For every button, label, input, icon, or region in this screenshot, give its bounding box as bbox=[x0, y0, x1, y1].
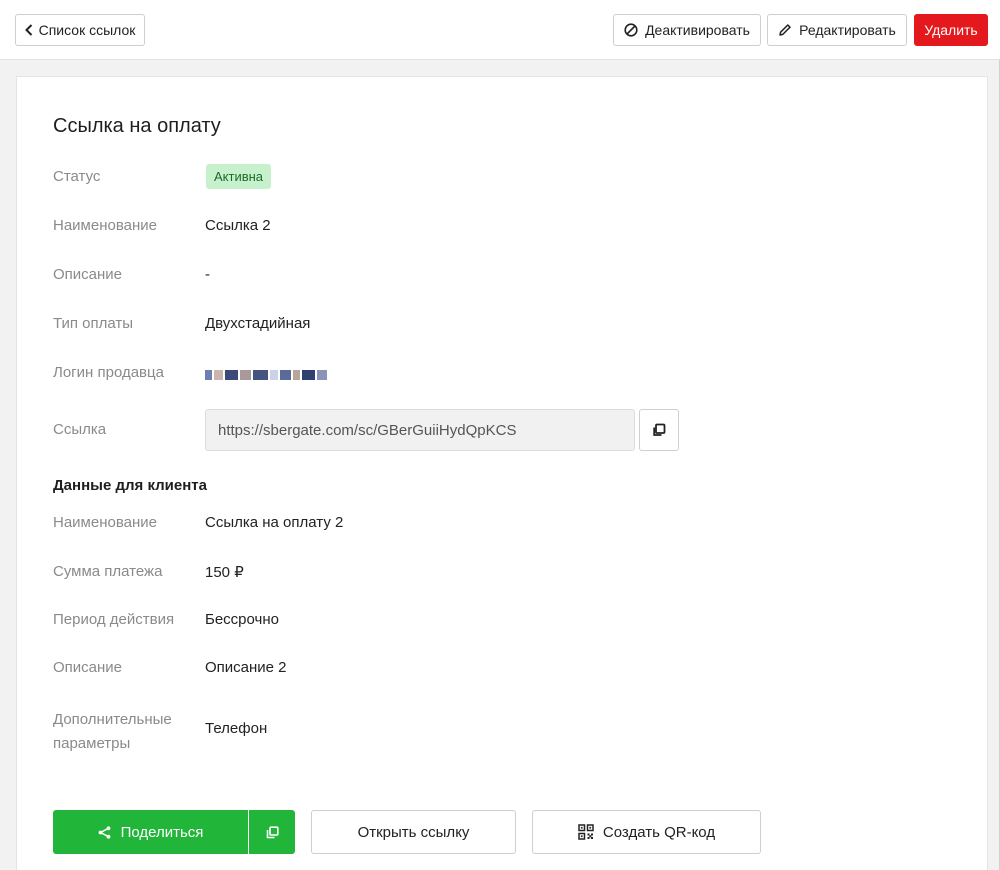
client-description-label: Описание bbox=[53, 659, 123, 676]
extra-params-value: Телефон bbox=[205, 720, 268, 737]
share-button-label: Поделиться bbox=[120, 823, 204, 841]
edit-button[interactable]: Редактировать bbox=[767, 14, 907, 46]
page-title: Ссылка на оплату bbox=[53, 115, 221, 137]
extra-params-label-line2: параметры bbox=[53, 735, 131, 752]
share-icon bbox=[98, 825, 110, 839]
open-link-button[interactable]: Открыть ссылку bbox=[311, 810, 516, 854]
deactivate-button[interactable]: Деактивировать bbox=[613, 14, 761, 46]
payment-link-card: Ссылка на оплату Статус Активна Наименов… bbox=[16, 76, 988, 870]
create-qr-code-button-label: Создать QR-код bbox=[602, 823, 716, 841]
period-value: Бессрочно bbox=[205, 611, 279, 628]
back-button-label: Список ссылок bbox=[38, 22, 136, 38]
name-value: Ссылка 2 bbox=[205, 217, 271, 234]
top-toolbar: Список ссылок Деактивировать Редактирова… bbox=[0, 0, 1000, 60]
action-bar: Поделиться Открыть ссылку Создать QR-код bbox=[17, 810, 989, 856]
extra-params-label-line1: Дополнительные bbox=[53, 711, 172, 728]
share-button[interactable]: Поделиться bbox=[53, 810, 248, 854]
payment-type-value: Двухстадийная bbox=[205, 315, 311, 332]
status-badge: Активна bbox=[206, 164, 272, 189]
seller-login-label: Логин продавца bbox=[53, 364, 164, 381]
client-name-value: Ссылка на оплату 2 bbox=[205, 514, 344, 531]
client-name-label: Наименование bbox=[53, 514, 157, 531]
copy-icon bbox=[266, 825, 279, 838]
pencil-icon bbox=[779, 24, 791, 36]
ban-icon bbox=[624, 23, 638, 37]
edit-button-label: Редактировать bbox=[799, 22, 896, 38]
chevron-left-icon bbox=[24, 24, 32, 36]
client-data-heading: Данные для клиента bbox=[53, 477, 207, 494]
qr-code-icon bbox=[578, 824, 594, 840]
description-label: Описание bbox=[53, 266, 123, 283]
back-to-link-list-button[interactable]: Список ссылок bbox=[15, 14, 145, 46]
copy-icon bbox=[653, 423, 666, 436]
amount-value: 150 ₽ bbox=[205, 564, 244, 581]
link-field[interactable]: https://sbergate.com/sc/GBerGuiiHydQpKCS bbox=[205, 409, 635, 451]
client-description-value: Описание 2 bbox=[205, 659, 287, 676]
copy-share-link-button[interactable] bbox=[249, 810, 295, 854]
period-label: Период действия bbox=[53, 611, 175, 628]
deactivate-button-label: Деактивировать bbox=[645, 22, 750, 38]
open-link-button-label: Открыть ссылку bbox=[357, 823, 470, 841]
delete-button[interactable]: Удалить bbox=[914, 14, 988, 46]
copy-link-button[interactable] bbox=[639, 409, 679, 451]
create-qr-code-button[interactable]: Создать QR-код bbox=[532, 810, 761, 854]
extra-params-label: Дополнительные параметры bbox=[53, 708, 172, 756]
seller-login-value-redacted bbox=[205, 368, 327, 382]
delete-button-label: Удалить bbox=[924, 22, 978, 38]
link-label: Ссылка bbox=[53, 421, 107, 438]
name-label: Наименование bbox=[53, 217, 157, 234]
description-value: - bbox=[205, 266, 210, 283]
status-label: Статус bbox=[53, 168, 101, 185]
payment-type-label: Тип оплаты bbox=[53, 315, 134, 332]
amount-label: Сумма платежа bbox=[53, 563, 163, 580]
